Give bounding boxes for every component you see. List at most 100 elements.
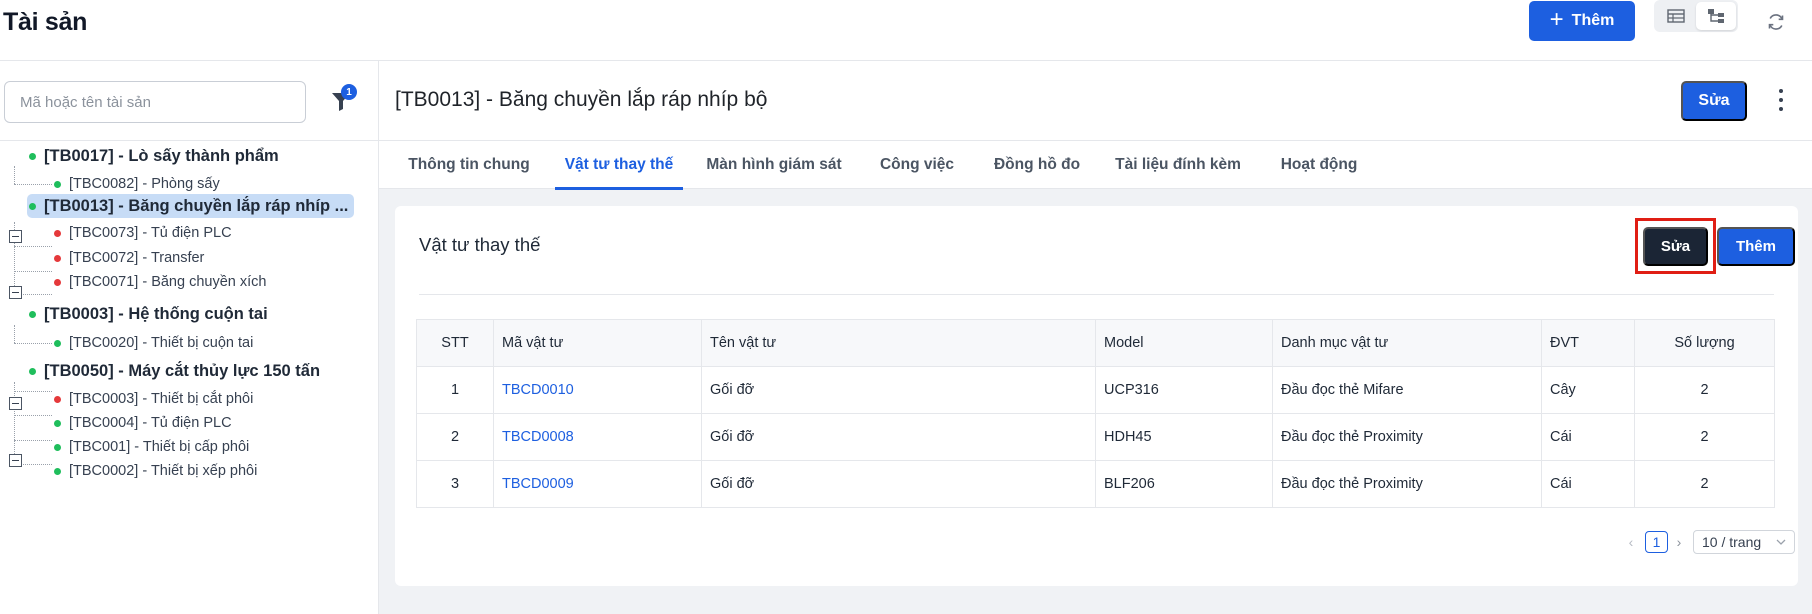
- refresh-button[interactable]: [1762, 8, 1790, 36]
- asset-title: [TB0013] - Băng chuyền lắp ráp nhíp bộ: [395, 88, 768, 111]
- table-view-button[interactable]: [1656, 2, 1696, 30]
- tree-connector: [14, 166, 15, 184]
- collapse-toggle[interactable]: [9, 286, 22, 299]
- cell-quantity: 2: [1634, 366, 1775, 414]
- plus-icon: +: [1549, 6, 1564, 33]
- status-dot: [54, 278, 61, 286]
- column-header: ĐVT: [1541, 319, 1635, 367]
- tree-node-tb0003[interactable]: [TB0003] - Hệ thống cuộn tai: [29, 301, 268, 327]
- tree-node-label: [TBC0071] - Băng chuyền xích: [69, 274, 267, 290]
- status-dot: [54, 467, 61, 475]
- cell-model: HDH45: [1095, 413, 1273, 461]
- tree-node-tbc0002[interactable]: [TBC0002] - Thiết bị xếp phôi: [54, 458, 257, 484]
- chevron-left-icon: ‹: [1628, 534, 1634, 550]
- page-title: Tài sản: [3, 8, 88, 36]
- tree-node-tbc0072[interactable]: [TBC0072] - Transfer: [54, 245, 204, 271]
- status-dot: [29, 310, 36, 318]
- cell-stt: 3: [416, 460, 494, 508]
- tab-replacement-materials[interactable]: Vật tư thay thế: [555, 141, 683, 190]
- add-material-button[interactable]: Thêm: [1717, 227, 1795, 266]
- cell-category: Đầu đọc thẻ Proximity: [1272, 413, 1542, 461]
- tab-work[interactable]: Công việc: [865, 141, 969, 189]
- tree-connector: [14, 343, 52, 344]
- collapse-toggle[interactable]: [9, 397, 22, 410]
- cell-unit: Cái: [1541, 413, 1635, 461]
- edit-asset-button[interactable]: Sửa: [1681, 81, 1747, 121]
- collapse-toggle[interactable]: [9, 454, 22, 467]
- table-view-icon: [1667, 9, 1685, 23]
- filter-button[interactable]: 1: [330, 84, 357, 113]
- tab-monitoring-screen[interactable]: Màn hình giám sát: [699, 141, 849, 189]
- table-row: 1 TBCD0010 Gối đỡ UCP316 Đầu đọc thẻ Mif…: [416, 366, 1775, 414]
- kebab-dot: [1779, 107, 1783, 111]
- tree-node-tbc0073[interactable]: [TBC0073] - Tủ điện PLC: [54, 220, 232, 246]
- tree-connector: [14, 184, 52, 185]
- tree-node-tb0013[interactable]: [TB0013] - Băng chuyền lắp ráp nhíp ...: [29, 193, 348, 219]
- status-dot: [54, 419, 61, 427]
- status-dot: [54, 229, 61, 237]
- search-row: 1: [0, 61, 378, 141]
- tree-node-label: [TB0050] - Máy cắt thủy lực 150 tấn: [44, 361, 321, 380]
- tree-view-button[interactable]: [1696, 2, 1736, 30]
- cell-unit: Cây: [1541, 366, 1635, 414]
- cell-unit: Cái: [1541, 460, 1635, 508]
- cell-material-name: Gối đỡ: [701, 460, 1096, 508]
- material-code-link[interactable]: TBCD0010: [502, 382, 574, 398]
- tree-node-tbc0020[interactable]: [TBC0020] - Thiết bị cuộn tai: [54, 330, 253, 356]
- tree-node-label: [TBC0004] - Tủ điện PLC: [69, 415, 232, 431]
- status-dot: [29, 152, 36, 160]
- asset-search-input[interactable]: [4, 81, 306, 123]
- divider: [419, 294, 1774, 295]
- tab-general-info[interactable]: Thông tin chung: [399, 141, 539, 189]
- page-size-value: 10 / trang: [1702, 534, 1762, 550]
- status-dot: [29, 367, 36, 375]
- tree-node-tbc0004[interactable]: [TBC0004] - Tủ điện PLC: [54, 410, 232, 436]
- edit-materials-button[interactable]: Sửa: [1643, 227, 1708, 266]
- tree-node-tbc0003[interactable]: [TBC0003] - Thiết bị cắt phôi: [54, 386, 253, 412]
- status-dot: [54, 395, 61, 403]
- tree-node-tbc001[interactable]: [TBC001] - Thiết bị cấp phôi: [54, 434, 249, 460]
- tree-connector: [14, 415, 52, 416]
- tree-connector: [14, 440, 52, 441]
- status-dot: [54, 443, 61, 451]
- column-header: Mã vật tư: [493, 319, 702, 367]
- add-asset-label: Thêm: [1571, 12, 1615, 29]
- cell-model: BLF206: [1095, 460, 1273, 508]
- material-code-link[interactable]: TBCD0009: [502, 476, 574, 492]
- next-page-button[interactable]: ›: [1672, 532, 1686, 552]
- refresh-icon: [1768, 14, 1784, 30]
- collapse-toggle[interactable]: [9, 230, 22, 243]
- tree-node-label: [TB0017] - Lò sấy thành phẩm: [44, 146, 279, 165]
- tab-activity[interactable]: Hoạt động: [1267, 141, 1371, 189]
- chevron-down-icon: [1776, 539, 1786, 545]
- material-code-link[interactable]: TBCD0008: [502, 429, 574, 445]
- tree-node-tbc0071[interactable]: [TBC0071] - Băng chuyền xích: [54, 269, 266, 295]
- tree-node-tb0050[interactable]: [TB0050] - Máy cắt thủy lực 150 tấn: [29, 358, 320, 384]
- tree-connector: [14, 325, 15, 343]
- cell-material-code: TBCD0009: [493, 460, 702, 508]
- tree-connector: [14, 382, 15, 464]
- tree-view-icon: [1708, 9, 1724, 23]
- column-header: STT: [416, 319, 494, 367]
- page-1-button[interactable]: 1: [1645, 531, 1668, 553]
- detail-tabs: Thông tin chung Vật tư thay thế Màn hình…: [379, 141, 1812, 190]
- tree-connector: [14, 271, 52, 272]
- tree-node-tb0017[interactable]: [TB0017] - Lò sấy thành phẩm: [29, 143, 279, 169]
- materials-table: STT Mã vật tư Tên vật tư Model Danh mục …: [416, 319, 1775, 508]
- top-bar: Tài sản + Thêm: [0, 0, 1812, 61]
- tree-node-label: [TBC001] - Thiết bị cấp phôi: [69, 439, 250, 455]
- column-header: Model: [1095, 319, 1273, 367]
- column-header: Số lượng: [1634, 319, 1775, 367]
- more-options-button[interactable]: [1776, 85, 1786, 115]
- prev-page-button[interactable]: ‹: [1624, 532, 1638, 552]
- tree-node-label: [TBC0073] - Tủ điện PLC: [69, 225, 232, 241]
- status-dot: [54, 339, 61, 347]
- cell-material-name: Gối đỡ: [701, 366, 1096, 414]
- tab-meters[interactable]: Đồng hồ đo: [985, 141, 1089, 189]
- table-row: 2 TBCD0008 Gối đỡ HDH45 Đầu đọc thẻ Prox…: [416, 413, 1775, 461]
- tree-connector: [14, 246, 52, 247]
- page-size-select[interactable]: 10 / trang: [1693, 530, 1795, 554]
- asset-tree-panel: 1 [TB0017] - Lò sấy thành phẩm [TBC0082]…: [0, 61, 379, 614]
- tab-attachments[interactable]: Tài liệu đính kèm: [1105, 141, 1251, 189]
- add-asset-button[interactable]: + Thêm: [1529, 1, 1635, 41]
